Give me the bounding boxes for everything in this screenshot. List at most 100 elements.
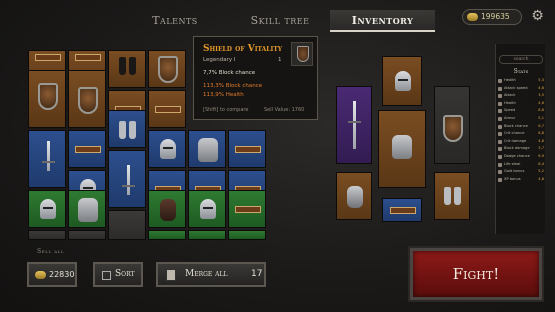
stat-row: Health 5,3 — [498, 78, 544, 84]
sell-all-label[interactable]: Sell all — [37, 248, 64, 255]
stat-icon — [498, 162, 502, 167]
stat-name: Crit damage — [504, 138, 527, 143]
stat-icon — [498, 124, 502, 129]
inventory-slot[interactable] — [148, 230, 186, 240]
equip-slot-helm[interactable] — [382, 56, 422, 106]
sort-label: Sort — [115, 269, 135, 279]
stat-name: Armor — [504, 116, 516, 120]
sell-all-value: 22830 — [49, 270, 75, 279]
stat-value: 6,8 — [538, 131, 544, 136]
stat-value: 5,2 — [538, 169, 544, 174]
inventory-slot-helm[interactable] — [188, 190, 226, 228]
equip-slot-offhand[interactable] — [434, 86, 470, 164]
equip-slot-armor[interactable] — [378, 110, 426, 188]
fight-button[interactable]: Fight! — [410, 248, 542, 300]
top-nav: Talents Skill tree Inventory 199635 ⚙ — [0, 0, 555, 38]
stat-icon — [498, 79, 502, 83]
inventory-slot-helm[interactable] — [28, 190, 66, 228]
stat-name: Gold bonus — [504, 169, 525, 174]
stat-name: XP bonus — [504, 176, 521, 181]
stats-title: Stats — [513, 68, 529, 75]
merge-all-label: Merge all — [185, 269, 228, 279]
cards-icon — [166, 269, 176, 281]
inventory-slot-armor[interactable] — [68, 190, 106, 228]
inventory-slot-armor[interactable] — [188, 130, 226, 168]
sort-icon — [102, 271, 111, 280]
inventory-slot-belt[interactable] — [228, 190, 266, 228]
stat-row: Attack 3,5 — [498, 93, 544, 99]
inventory-slot[interactable] — [68, 230, 106, 240]
inventory-slot[interactable] — [228, 230, 266, 240]
inventory-slot-sword[interactable] — [108, 150, 146, 208]
inventory-slot[interactable] — [188, 230, 226, 240]
currency-amount: 199635 — [481, 12, 510, 21]
inventory-slot-sword[interactable] — [28, 130, 66, 188]
stat-icon — [498, 132, 502, 137]
stat-icon — [498, 155, 502, 159]
stat-value: 5,3 — [538, 78, 544, 82]
equipment-panel — [326, 44, 476, 234]
stat-name: Block damage — [504, 146, 530, 151]
stat-name: Health — [504, 100, 516, 105]
stat-row: Attack speed 4,8 — [498, 86, 544, 92]
equip-slot-gloves[interactable] — [336, 172, 372, 220]
sell-all-button[interactable]: 22830 — [27, 262, 77, 287]
stat-row: Health 4,6 — [498, 101, 544, 107]
stat-name: Dodge chance — [504, 154, 530, 158]
stat-icon — [498, 109, 502, 114]
stat-value: 4,6 — [538, 100, 544, 105]
stats-panel: search Stats Health 5,3 Attack speed 4,8 Att… — [495, 44, 545, 234]
merge-all-button[interactable]: Merge all 17 — [156, 262, 266, 287]
stat-row: Life steal 8,4 — [498, 162, 544, 168]
tooltip-sell-value: Sell Value: 1760 — [264, 107, 305, 113]
stat-icon — [498, 117, 502, 121]
stat-icon — [498, 170, 502, 175]
stat-row: Crit chance 6,8 — [498, 131, 544, 137]
gear-icon[interactable]: ⚙ — [530, 9, 545, 24]
stat-value: 3,5 — [538, 93, 544, 98]
inventory-slot-belt[interactable] — [228, 130, 266, 168]
tooltip-bonus-2: 113,9% Health — [203, 92, 244, 98]
equip-slot-boots[interactable] — [434, 172, 470, 220]
stat-row: Armor 5,1 — [498, 116, 544, 122]
stat-row: Dodge chance 6,9 — [498, 154, 544, 160]
stats-search-input[interactable]: search — [499, 55, 543, 64]
stat-icon — [498, 94, 502, 99]
tab-skill-tree[interactable]: Skill tree — [240, 10, 320, 32]
stat-icon — [498, 147, 502, 152]
coin-icon — [467, 13, 478, 21]
inventory-slot-glove[interactable] — [148, 190, 186, 228]
stat-value: 4,8 — [538, 85, 544, 90]
merge-count: 17 — [251, 269, 263, 279]
stat-name: Speed — [504, 108, 516, 113]
inventory-slot-shield[interactable] — [148, 50, 186, 88]
tooltip-compare-hint: [Shift] to compare — [203, 107, 249, 113]
stat-value: 6,7 — [538, 123, 544, 128]
stat-row: Block damage 3,7 — [498, 146, 544, 152]
stat-name: Health — [504, 78, 516, 82]
sort-button[interactable]: Sort — [93, 262, 143, 287]
inventory-slot-shield[interactable] — [28, 70, 66, 128]
stat-name: Block chance — [504, 123, 528, 128]
stat-value: 6,9 — [538, 154, 544, 158]
stat-name: Attack — [504, 93, 516, 98]
equip-slot-belt[interactable] — [382, 198, 422, 222]
stat-icon — [498, 101, 502, 106]
stat-value: 4,8 — [538, 138, 544, 143]
tooltip-item-icon — [291, 42, 313, 66]
inventory-slot-boots[interactable] — [108, 110, 146, 148]
inventory-slot-belt[interactable] — [68, 130, 106, 168]
inventory-slot[interactable] — [28, 230, 66, 240]
equip-slot-weapon[interactable] — [336, 86, 372, 164]
inventory-slot-shield[interactable] — [68, 70, 106, 128]
stat-row: Crit damage 4,8 — [498, 139, 544, 145]
tab-inventory[interactable]: Inventory — [330, 10, 435, 32]
inventory-slot-helm[interactable] — [148, 130, 186, 168]
tab-talents[interactable]: Talents — [140, 10, 210, 32]
inventory-slot-belt[interactable] — [148, 90, 186, 128]
tooltip-bonus-1: 113,3% Block chance — [203, 83, 263, 89]
inventory-slot-glove[interactable] — [108, 210, 146, 240]
inventory-slot-boots[interactable] — [108, 50, 146, 88]
stat-row: XP bonus 4,8 — [498, 177, 544, 183]
stat-value: 4,8 — [538, 176, 544, 181]
